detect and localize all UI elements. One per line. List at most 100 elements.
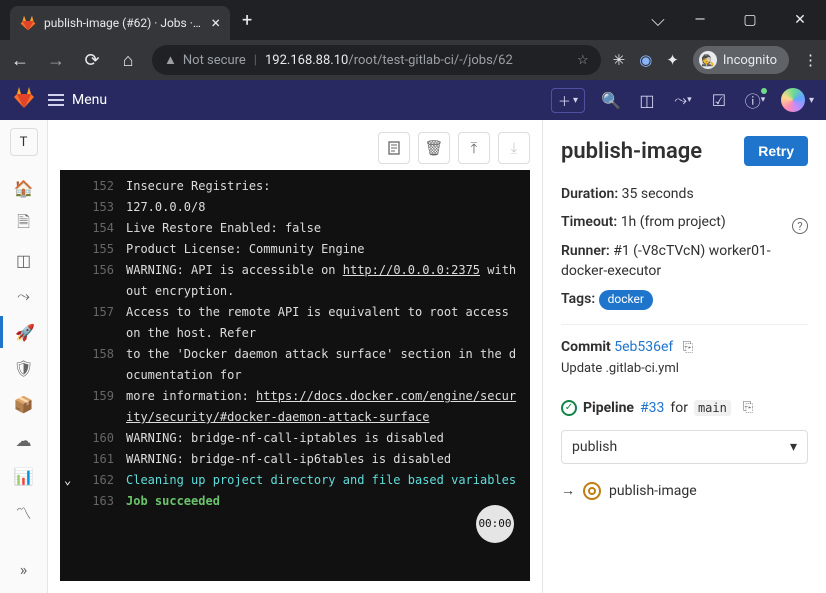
log-output[interactable]: 152Insecure Registries:153 127.0.0.0/815… (60, 170, 530, 581)
rail-infra-icon[interactable]: ☁ (8, 424, 40, 456)
incognito-label: Incognito (723, 53, 777, 68)
extension-icon-2[interactable]: ◉ (639, 51, 652, 69)
log-line: 157 Access to the remote API is equivale… (60, 302, 530, 344)
content: T 🏠 🗎 ◫ ⤳ 🚀 🛡 📦 ☁ 📊 〽 » 🗑 ⤒ ⤓ 152Insecur… (0, 120, 826, 593)
pipeline-status-icon: ✓ (561, 400, 577, 416)
rail-collapse-icon[interactable]: » (8, 553, 40, 585)
nav-back-icon[interactable]: ← (8, 48, 32, 72)
rail-repo-icon[interactable]: 🗎 (8, 208, 40, 240)
log-scroll-bottom-button[interactable]: ⤓ (498, 132, 530, 164)
duration-key: Duration: (561, 186, 618, 202)
stage-value: publish (572, 439, 617, 455)
address-bar[interactable]: ▲Not secure | 192.168.88.10/root/test-gi… (152, 45, 601, 75)
gitlab-header: Menu ＋▾ 🔍 ◫ ⤳ ▾ ☑ ⓘ ▾ ▾ (0, 80, 826, 120)
home-icon[interactable]: ⌂ (116, 48, 140, 72)
log-line: ⌄162Cleaning up project directory and fi… (60, 470, 530, 491)
pipeline-ref: main (694, 400, 731, 416)
search-icon[interactable]: 🔍 (601, 90, 621, 110)
log-line: 156WARNING: API is accessible on http://… (60, 260, 530, 302)
job-log-panel: 🗑 ⤒ ⤓ 152Insecure Registries:153 127.0.0… (48, 120, 542, 593)
url-path: /root/test-gitlab-ci/-/jobs/62 (348, 53, 512, 68)
tab-close-icon[interactable]: × (211, 15, 220, 31)
left-rail: T 🏠 🗎 ◫ ⤳ 🚀 🛡 📦 ☁ 📊 〽 » (0, 120, 48, 593)
runner-key: Runner: (561, 243, 610, 259)
stage-selector[interactable]: publish ▾ (561, 430, 808, 464)
help-icon[interactable]: ⓘ ▾ (745, 90, 765, 110)
log-line: 158 to the 'Docker daemon attack surface… (60, 344, 530, 386)
rail-monitor-icon[interactable]: 📊 (8, 460, 40, 492)
rail-project-icon[interactable]: 🏠 (8, 172, 40, 204)
copy-ref-icon[interactable]: ⎘ (743, 400, 753, 415)
chevron-down-icon: ▾ (790, 439, 797, 455)
pipeline-link[interactable]: #33 (640, 400, 664, 416)
log-line: 155Product License: Community Engine (60, 239, 530, 260)
help-icon[interactable]: ? (792, 218, 808, 234)
chevron-down-icon: ▾ (573, 95, 578, 106)
browser-tab[interactable]: publish-image (#62) · Jobs · Adm × (10, 6, 230, 40)
new-tab-button[interactable]: + (242, 10, 252, 31)
log-line: 163Job succeeded (60, 491, 530, 512)
rail-mr-icon[interactable]: ⤳ (8, 280, 40, 312)
commit-sha-link[interactable]: 5eb536ef (614, 339, 673, 355)
log-line: 154Live Restore Enabled: false (60, 218, 530, 239)
project-avatar[interactable]: T (10, 128, 38, 156)
log-line: 160WARNING: bridge-nf-call-iptables is d… (60, 428, 530, 449)
star-icon[interactable]: ☆ (577, 53, 589, 68)
nav-forward-icon: → (44, 48, 68, 72)
log-erase-button[interactable]: 🗑 (418, 132, 450, 164)
job-item[interactable]: → publish-image (561, 482, 808, 500)
log-line: 159 more information: https://docs.docke… (60, 386, 530, 428)
incognito-badge[interactable]: 🕵 Incognito (693, 46, 789, 74)
warning-icon: ▲ (164, 52, 177, 68)
title-dropdown-icon[interactable]: ⌵ (644, 5, 672, 35)
retry-button[interactable]: Retry (744, 136, 808, 166)
window-minimize[interactable]: — (678, 5, 722, 35)
rail-security-icon[interactable]: 🛡 (8, 352, 40, 384)
merge-requests-icon[interactable]: ⤳ ▾ (673, 90, 693, 110)
browser-toolbar: ← → ⟳ ⌂ ▲Not secure | 192.168.88.10/root… (0, 40, 826, 80)
todos-icon[interactable]: ☑ (709, 90, 729, 110)
log-scroll-top-button[interactable]: ⤒ (458, 132, 490, 164)
user-menu[interactable]: ▾ (781, 88, 814, 112)
url-host: 192.168.88.10 (265, 53, 348, 68)
menu-label: Menu (72, 92, 107, 108)
incognito-icon: 🕵 (699, 51, 717, 69)
window-maximize[interactable]: ▢ (728, 5, 772, 35)
issues-icon[interactable]: ◫ (637, 90, 657, 110)
arrow-right-icon: → (561, 482, 575, 499)
hamburger-icon (48, 94, 64, 106)
rail-issues-icon[interactable]: ◫ (8, 244, 40, 276)
log-raw-button[interactable] (378, 132, 410, 164)
avatar (781, 88, 805, 112)
browser-menu-icon[interactable]: ⋮ (803, 51, 818, 69)
extension-icon-1[interactable]: ✳ (613, 51, 626, 69)
timeout-key: Timeout: (561, 214, 617, 230)
gitlab-logo[interactable] (12, 86, 36, 114)
window-titlebar: publish-image (#62) · Jobs · Adm × + ⌵ —… (0, 0, 826, 40)
create-dropdown[interactable]: ＋▾ (551, 88, 585, 113)
extensions-icon[interactable]: ✦ (666, 51, 679, 69)
pipeline-for: for (670, 400, 688, 416)
timeout-value: 1h (from project) (621, 214, 726, 230)
rail-ci-icon[interactable]: 🚀 (0, 316, 48, 348)
job-sidebar: publish-image Retry Duration: 35 seconds… (542, 120, 826, 593)
plus-icon: ＋ (558, 91, 571, 110)
rail-analytics-icon[interactable]: 〽 (8, 496, 40, 528)
timer-badge: 00:00 (476, 505, 514, 543)
tab-title: publish-image (#62) · Jobs · Adm (44, 16, 203, 30)
log-line: 153 127.0.0.0/8 (60, 197, 530, 218)
job-status-icon (583, 482, 601, 500)
commit-key: Commit (561, 339, 611, 355)
reload-icon[interactable]: ⟳ (80, 48, 104, 72)
window-close[interactable]: ✕ (778, 5, 822, 35)
tag-docker: docker (599, 290, 653, 309)
gitlab-favicon (20, 15, 36, 31)
tags-key: Tags: (561, 291, 595, 307)
menu-button[interactable]: Menu (48, 92, 107, 108)
copy-icon[interactable]: ⎘ (683, 340, 693, 355)
rail-deploy-icon[interactable]: 📦 (8, 388, 40, 420)
duration-value: 35 seconds (622, 186, 694, 202)
log-line: 152Insecure Registries: (60, 176, 530, 197)
log-line: 161WARNING: bridge-nf-call-ip6tables is … (60, 449, 530, 470)
job-item-name: publish-image (609, 483, 697, 499)
